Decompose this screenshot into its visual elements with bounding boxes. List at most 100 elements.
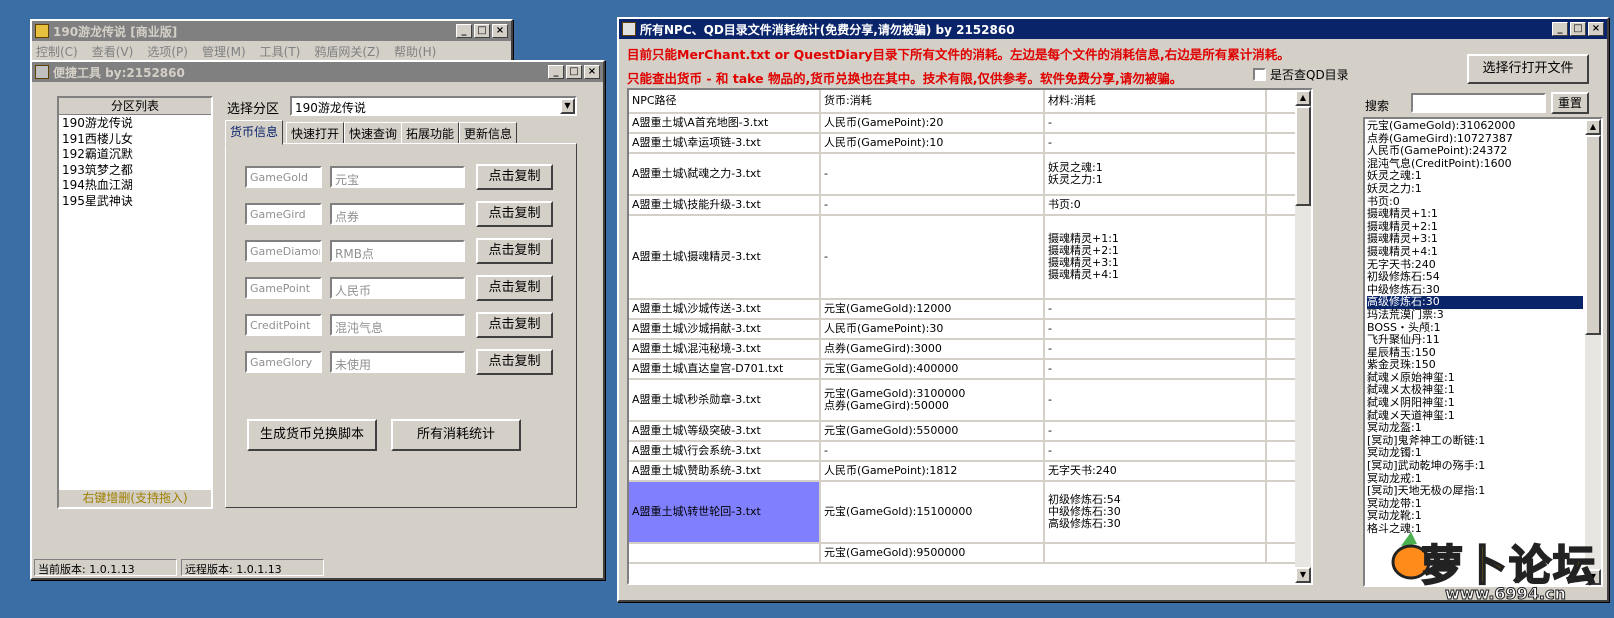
scroll-thumb[interactable]	[1295, 106, 1311, 206]
partition-item[interactable]: 192霸道沉默	[62, 147, 208, 163]
tab-update-info[interactable]: 更新信息	[459, 122, 518, 144]
table-row[interactable]: A盟重土城\沙城传送-3.txt 元宝(GameGold):12000-	[629, 300, 1311, 320]
table-row[interactable]: A盟重土城\技能升级-3.txt - 书页:0	[629, 196, 1311, 216]
partition-list[interactable]: 分区列表 190游龙传说 191西楼儿女 192霸道沉默 193筑梦之都 194热血江湖…	[57, 96, 213, 509]
currency-key-field[interactable]: GameGlory	[245, 351, 322, 373]
partition-item[interactable]: 191西楼儿女	[62, 132, 208, 148]
reset-button[interactable]: 重置	[1551, 92, 1589, 114]
totals-item[interactable]: 飞升聚仙丹:11	[1367, 333, 1583, 347]
qd-checkbox[interactable]	[1253, 68, 1266, 81]
currency-name-field[interactable]: 元宝	[330, 166, 465, 188]
main-window-titlebar[interactable]: 190游龙传说 [商业版] _ □ ×	[32, 21, 511, 41]
generate-script-button[interactable]: 生成货币兑换脚本	[247, 419, 377, 451]
copy-button[interactable]: 点击复制	[476, 238, 553, 264]
menu-control[interactable]: 控制(C)	[36, 43, 78, 60]
partition-item[interactable]: 193筑梦之都	[62, 163, 208, 179]
scroll-down-icon[interactable]: ▼	[1295, 567, 1311, 583]
currency-name-field[interactable]: RMB点	[330, 240, 465, 262]
totals-item[interactable]: 紫金灵珠:150	[1367, 359, 1583, 372]
table-row[interactable]: 元宝(GameGold):9500000	[629, 544, 1311, 564]
totals-item[interactable]: 摄魂精灵+4:1	[1367, 245, 1583, 259]
table-row[interactable]: A盟重土城\沙城捐献-3.txt 人民币(GamePoint):30-	[629, 320, 1311, 340]
totals-item[interactable]: 人民币(GamePoint):24372	[1367, 145, 1583, 158]
menu-gateway[interactable]: 鸦盾网关(Z)	[314, 43, 380, 60]
open-selected-file-button[interactable]: 选择行打开文件	[1467, 54, 1589, 84]
table-row[interactable]: A盟重土城\混沌秘境-3.txt 点券(GameGird):3000-	[629, 340, 1311, 360]
menu-view[interactable]: 查看(V)	[92, 43, 134, 60]
scroll-up-icon[interactable]: ▲	[1585, 119, 1601, 135]
col-currency[interactable]: 货币:消耗	[821, 90, 1045, 112]
totals-list-frame[interactable]: 元宝(GameGold):31062000 点券(GameGird):107273…	[1363, 117, 1603, 587]
totals-item[interactable]: 妖灵之力:1	[1367, 182, 1583, 196]
tab-quick-open[interactable]: 快速打开	[286, 122, 345, 144]
currency-name-field[interactable]: 人民币	[330, 277, 465, 299]
totals-item[interactable]: [冥动]武动乾坤の殇手:1	[1367, 459, 1583, 473]
tab-currency-info[interactable]: 货币信息	[225, 120, 284, 145]
tab-quick-query[interactable]: 快速查询	[344, 122, 403, 144]
minimize-button[interactable]: _	[548, 65, 564, 79]
maximize-button[interactable]: □	[474, 24, 490, 38]
search-input[interactable]	[1411, 93, 1546, 113]
partition-item[interactable]: 194热血江湖	[62, 178, 208, 194]
all-consumption-stats-button[interactable]: 所有消耗统计	[391, 419, 521, 451]
currency-key-field[interactable]: GameGird	[245, 203, 322, 225]
partition-select[interactable]: 190游龙传说 ▼	[290, 96, 577, 116]
scroll-up-icon[interactable]: ▲	[1295, 90, 1311, 106]
partition-item[interactable]: 195星武神诀	[62, 194, 208, 210]
currency-key-field[interactable]: GamePoint	[245, 277, 322, 299]
table-row[interactable]: A盟重土城\等级突破-3.txt 元宝(GameGold):550000-	[629, 422, 1311, 442]
currency-name-field[interactable]: 未使用	[330, 351, 465, 373]
table-row[interactable]: A盟重土城\A首充地图-3.txt 人民币(GamePoint):20-	[629, 114, 1311, 134]
minimize-button[interactable]: _	[456, 24, 472, 38]
menu-tools[interactable]: 工具(T)	[260, 43, 301, 60]
main-menubar: 控制(C) 查看(V) 选项(P) 管理(M) 工具(T) 鸦盾网关(Z) 帮助…	[32, 41, 511, 61]
table-scrollbar[interactable]: ▲ ▼	[1295, 90, 1311, 583]
maximize-button[interactable]: □	[566, 65, 582, 79]
currency-key-field[interactable]: GameGold	[245, 166, 322, 188]
menu-help[interactable]: 帮助(H)	[394, 43, 436, 60]
currency-name-field[interactable]: 点券	[330, 203, 465, 225]
totals-item[interactable]: 元宝(GameGold):31062000	[1367, 119, 1583, 133]
copy-button[interactable]: 点击复制	[476, 164, 553, 190]
col-material[interactable]: 材料:消耗	[1045, 90, 1267, 112]
partition-item[interactable]: 190游龙传说	[62, 116, 208, 132]
table-row[interactable]: A盟重土城\行会系统-3.txt - -	[629, 442, 1311, 462]
totals-item[interactable]: [冥动]天地无极の犀指:1	[1367, 485, 1583, 498]
totals-item[interactable]: 摄魂精灵+1:1	[1367, 208, 1583, 221]
table-row[interactable]: A盟重土城\秒杀勋章-3.txt 元宝(GameGold):3100000 点券(…	[629, 380, 1311, 422]
stats-window: 所有NPC、QD目录文件消耗统计(免费分享,请勿被骗) by 2152860 _…	[617, 17, 1609, 602]
menu-manage[interactable]: 管理(M)	[202, 43, 246, 60]
totals-item[interactable]: 玛法荒漠门票:3	[1367, 308, 1583, 322]
close-button[interactable]: ×	[492, 24, 508, 38]
table-row[interactable]: A盟重土城\摄魂精灵-3.txt - 摄魂精灵+1:1 摄魂精灵+2:1 摄魂精灵+…	[629, 216, 1311, 300]
table-row[interactable]: A盟重土城\幸运项链-3.txt 人民币(GamePoint):10-	[629, 134, 1311, 154]
table-row[interactable]: A盟重土城\赞助系统-3.txt 人民币(GamePoint):1812 无字天书:…	[629, 462, 1311, 482]
totals-item[interactable]: 弑魂メ阴阳神玺:1	[1367, 396, 1583, 410]
copy-button[interactable]: 点击复制	[476, 201, 553, 227]
currency-name-field[interactable]: 混沌气息	[330, 314, 465, 336]
minimize-button[interactable]: _	[1552, 22, 1568, 36]
table-row[interactable]: A盟重土城\直达皇宫-D701.txt 元宝(GameGold):400000-	[629, 360, 1311, 380]
totals-item[interactable]: 初级修炼石:54	[1367, 271, 1583, 284]
tool-window-titlebar[interactable]: 便捷工具 by:2152860 _ □ ×	[32, 62, 603, 82]
currency-key-field[interactable]: GameDiamond	[245, 240, 322, 262]
totals-scrollbar[interactable]: ▲ ▼	[1585, 119, 1601, 585]
stats-window-titlebar[interactable]: 所有NPC、QD目录文件消耗统计(免费分享,请勿被骗) by 2152860 _…	[619, 19, 1607, 39]
maximize-button[interactable]: □	[1570, 22, 1586, 36]
npc-table[interactable]: NPC路径 货币:消耗 材料:消耗 A盟重土城\A首充地图-3.txt 人民币(G…	[627, 88, 1313, 585]
col-npc-path[interactable]: NPC路径	[629, 90, 821, 112]
totals-item[interactable]: 冥动龙盔:1	[1367, 422, 1583, 435]
table-row[interactable]: A盟重土城\弑魂之力-3.txt - 妖灵之魂:1 妖灵之力:1	[629, 154, 1311, 196]
scroll-thumb[interactable]	[1585, 135, 1601, 335]
tab-extensions[interactable]: 拓展功能	[401, 122, 460, 144]
close-button[interactable]: ×	[584, 65, 600, 79]
npc-path-cell: A盟重土城\幸运项链-3.txt	[629, 134, 821, 152]
copy-button[interactable]: 点击复制	[476, 349, 553, 375]
close-button[interactable]: ×	[1588, 22, 1604, 36]
copy-button[interactable]: 点击复制	[476, 275, 553, 301]
currency-key-field[interactable]: CreditPoint	[245, 314, 322, 336]
chevron-down-icon[interactable]: ▼	[560, 98, 575, 114]
menu-options[interactable]: 选项(P)	[147, 43, 188, 60]
copy-button[interactable]: 点击复制	[476, 312, 553, 338]
table-row[interactable]: A盟重土城\转世轮回-3.txt 元宝(GameGold):15100000 初级修…	[629, 482, 1311, 544]
